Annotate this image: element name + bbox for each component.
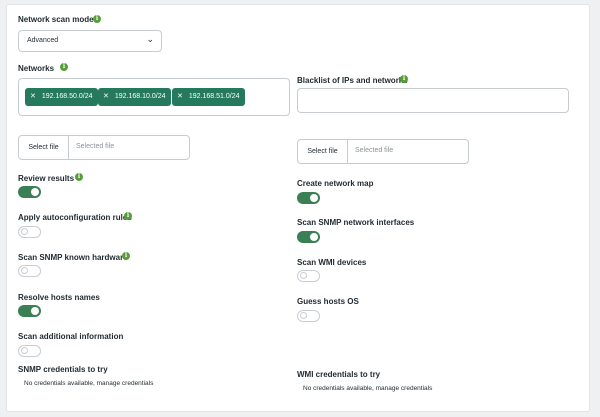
create-network-map-toggle[interactable] <box>297 192 320 204</box>
info-icon[interactable]: i <box>93 15 101 23</box>
info-icon[interactable]: i <box>400 75 408 83</box>
selected-file-text: Selected file <box>76 143 115 150</box>
apply-autoconfig-label: Apply autoconfiguration rules <box>18 213 132 222</box>
file-select-blacklist[interactable]: Select file Selected file <box>297 139 469 164</box>
close-icon[interactable]: ✕ <box>177 93 183 100</box>
scan-wmi-label: Scan WMI devices <box>297 258 367 267</box>
guess-os-toggle[interactable] <box>297 310 320 322</box>
networks-label: Networks <box>18 64 55 73</box>
info-icon[interactable]: i <box>60 63 68 71</box>
file-select-networks[interactable]: Select file Selected file <box>18 135 190 160</box>
review-results-toggle[interactable] <box>18 186 41 198</box>
settings-panel <box>6 4 590 412</box>
resolve-hosts-label: Resolve hosts names <box>18 293 100 302</box>
scan-mode-value: Advanced <box>27 37 59 44</box>
networks-input[interactable]: ✕ 192.168.50.0/24 ✕ 192.168.10.0/24 ✕ 192.1… <box>18 78 290 116</box>
selected-file-text: Selected file <box>355 147 394 154</box>
review-results-label: Review results <box>18 174 75 183</box>
resolve-hosts-toggle[interactable] <box>18 305 41 317</box>
scan-mode-label: Network scan mode <box>18 15 94 24</box>
info-icon[interactable]: i <box>122 252 130 260</box>
create-network-map-label: Create network map <box>297 179 374 188</box>
info-icon[interactable]: i <box>124 212 132 220</box>
snmp-credentials-note[interactable]: No credentials available, manage credent… <box>24 380 153 387</box>
scan-wmi-toggle[interactable] <box>297 270 320 282</box>
chevron-down-icon: ⌄ <box>146 34 154 44</box>
scan-additional-toggle[interactable] <box>18 345 41 357</box>
snmp-credentials-label: SNMP credentials to try <box>18 365 108 374</box>
scan-snmp-hardware-label: Scan SNMP known hardware <box>18 253 128 262</box>
apply-autoconfig-toggle[interactable] <box>18 226 41 238</box>
scan-snmp-interfaces-label: Scan SNMP network interfaces <box>297 218 415 227</box>
scan-snmp-interfaces-toggle[interactable] <box>297 231 320 243</box>
select-file-button[interactable]: Select file <box>298 140 348 163</box>
wmi-credentials-label: WMI credentials to try <box>297 370 381 379</box>
scan-additional-label: Scan additional information <box>18 332 124 341</box>
info-icon[interactable]: i <box>75 173 83 181</box>
blacklist-input[interactable] <box>297 88 569 113</box>
guess-os-label: Guess hosts OS <box>297 297 359 306</box>
network-tag: ✕ 192.168.50.0/24 <box>25 88 99 106</box>
scan-snmp-hardware-toggle[interactable] <box>18 265 41 277</box>
scan-mode-select[interactable]: Advanced ⌄ <box>18 30 162 52</box>
close-icon[interactable]: ✕ <box>103 93 109 100</box>
network-tag: ✕ 192.168.51.0/24 <box>172 88 246 106</box>
wmi-credentials-note[interactable]: No credentials available, manage credent… <box>303 385 432 392</box>
select-file-button[interactable]: Select file <box>19 136 69 159</box>
blacklist-label: Blacklist of IPs and networks <box>297 76 408 85</box>
network-tag: ✕ 192.168.10.0/24 <box>98 88 172 106</box>
close-icon[interactable]: ✕ <box>30 93 36 100</box>
